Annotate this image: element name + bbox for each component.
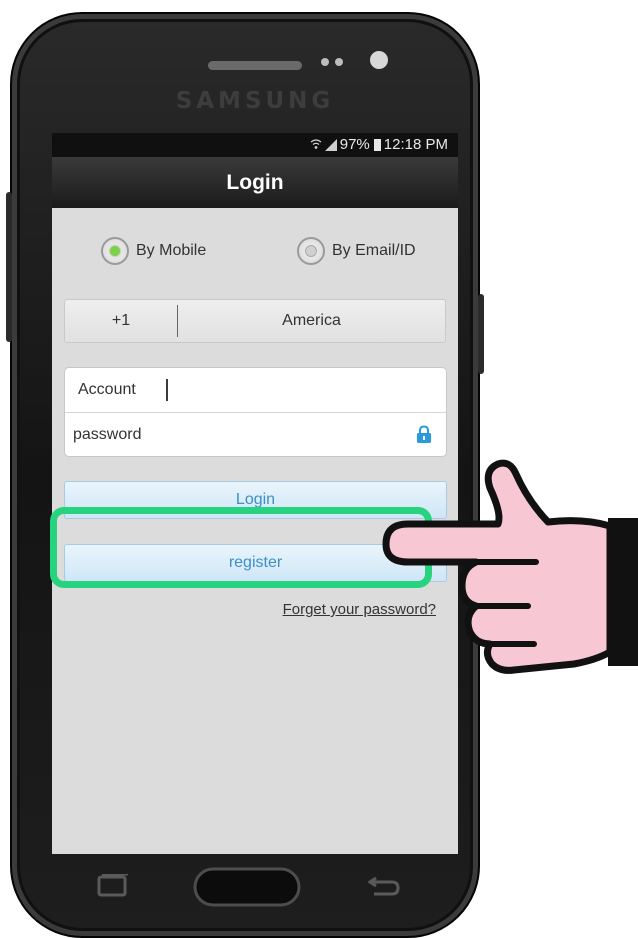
home-button[interactable] — [192, 866, 302, 908]
earpiece-speaker — [208, 61, 302, 70]
volume-button — [6, 192, 12, 342]
recent-apps-icon[interactable] — [96, 874, 130, 900]
password-field[interactable] — [73, 413, 393, 457]
radio-label-mobile: By Mobile — [136, 242, 207, 259]
country-name[interactable]: America — [178, 300, 445, 342]
login-form: Account — [64, 367, 447, 457]
radio-dot — [305, 245, 317, 257]
radio-button-selected[interactable] — [101, 237, 129, 265]
back-icon[interactable] — [368, 876, 400, 900]
text-cursor — [166, 379, 168, 401]
clock: 12:18 PM — [383, 136, 448, 153]
account-field[interactable]: Account — [78, 368, 136, 412]
radio-dot — [110, 246, 120, 256]
battery-percent: 97% — [339, 136, 370, 153]
battery-icon — [373, 139, 381, 151]
brand-logo: SAMSUNG — [175, 88, 335, 114]
page-title: Login — [52, 157, 458, 208]
power-button — [478, 294, 484, 374]
light-sensor — [335, 58, 343, 66]
country-code[interactable]: +1 — [65, 300, 177, 342]
radio-by-email[interactable]: By Email/ID — [297, 237, 416, 265]
pointing-hand-icon — [382, 459, 638, 674]
wifi-icon — [310, 139, 322, 149]
radio-button-unselected[interactable] — [297, 237, 325, 265]
front-camera — [370, 51, 388, 69]
highlight-box — [50, 507, 432, 588]
country-selector[interactable]: +1 America — [64, 299, 446, 343]
status-bar: 97% 12:18 PM — [52, 133, 458, 157]
radio-by-mobile[interactable]: By Mobile — [101, 237, 206, 265]
signal-icon — [324, 139, 337, 151]
radio-label-email: By Email/ID — [332, 242, 416, 259]
proximity-sensor — [321, 58, 329, 66]
lock-icon — [417, 425, 431, 443]
